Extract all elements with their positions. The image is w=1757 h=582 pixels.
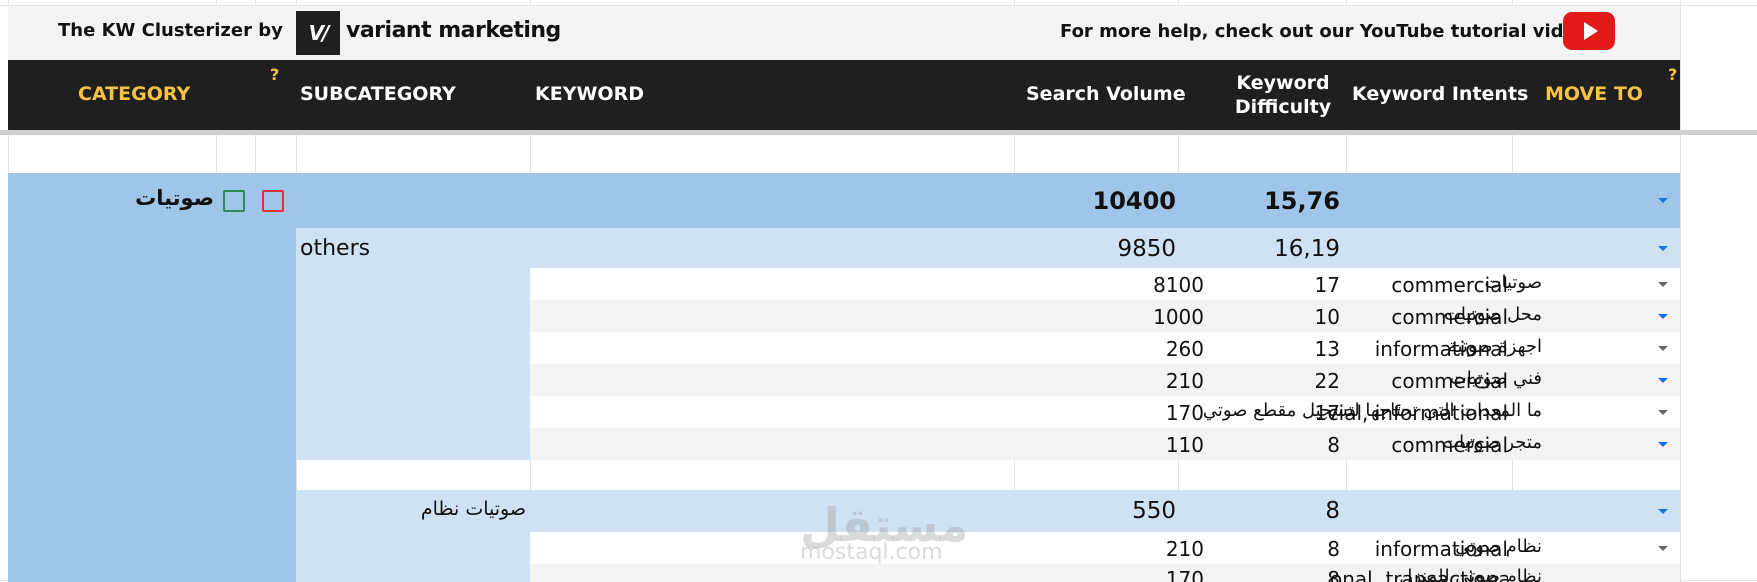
- subcategory-difficulty: 8: [1325, 498, 1340, 524]
- subcategory-cell-system: [296, 532, 530, 582]
- keyword-row: محل صوتيات 1000 10 commercial: [530, 300, 1680, 332]
- header-category: CATEGORY: [78, 83, 191, 105]
- subcategory-name: صوتيات نظام: [420, 498, 526, 520]
- move-dropdown-icon[interactable]: [1658, 410, 1668, 415]
- keyword-intent: commercial: [1391, 273, 1508, 297]
- keyword-intent: informational: [1374, 337, 1508, 361]
- move-dropdown-icon[interactable]: [1658, 346, 1668, 351]
- subcategory-move-dropdown-icon[interactable]: [1658, 246, 1668, 251]
- subcategory-cell-others: [296, 268, 530, 460]
- header-keyword-difficulty: Keyword Difficulty: [1234, 72, 1332, 118]
- youtube-play-icon[interactable]: [1563, 12, 1615, 50]
- keyword-row: اجهزة صوتية 260 13 informational: [530, 332, 1680, 364]
- keyword-row: نظام صوتي 210 8 informational: [530, 532, 1680, 564]
- category-move-dropdown-icon[interactable]: [1658, 198, 1668, 203]
- keyword-intent: cial, informational: [1327, 401, 1508, 425]
- app-title: The KW Clusterizer by: [58, 20, 283, 41]
- keyword-row: فني صوتيات 210 22 commercial: [530, 364, 1680, 396]
- subcategory-search-volume: 550: [1132, 498, 1176, 524]
- move-dropdown-icon[interactable]: [1658, 546, 1668, 551]
- help-text: For more help, check out our YouTube tut…: [1060, 21, 1599, 42]
- column-header-bar: CATEGORY ? SUBCATEGORY KEYWORD Search Vo…: [8, 60, 1680, 130]
- move-dropdown-icon[interactable]: [1658, 378, 1668, 383]
- header-subcategory: SUBCATEGORY: [300, 83, 456, 105]
- header-move-to: MOVE TO: [1545, 83, 1643, 105]
- variant-logo-icon: V/: [296, 11, 340, 55]
- subcategory-move-dropdown-icon[interactable]: [1658, 509, 1668, 514]
- keyword-volume: 8100: [1153, 273, 1204, 297]
- subcategory-search-volume: 9850: [1117, 236, 1176, 262]
- keyword-row: ما المعدات التي تحتاجها لتسجيل مقطع صوتي…: [530, 396, 1680, 428]
- keyword-intent: commercial: [1391, 433, 1508, 457]
- category-column: [8, 173, 296, 582]
- category-row: [296, 173, 1680, 228]
- keyword-intent: commercial: [1391, 305, 1508, 329]
- keyword-difficulty: 10: [1314, 305, 1340, 329]
- keyword-difficulty: 8: [1327, 433, 1340, 457]
- keyword-volume: 210: [1165, 537, 1204, 561]
- category-help-icon[interactable]: ?: [270, 65, 279, 84]
- keyword-intent: commercial: [1391, 369, 1508, 393]
- move-to-help-icon[interactable]: ?: [1668, 65, 1677, 84]
- watermark-url: mostaql.com: [800, 540, 943, 565]
- frozen-row-divider: [0, 130, 1757, 135]
- keyword-difficulty: 17: [1314, 273, 1340, 297]
- red-checkbox[interactable]: [262, 190, 284, 212]
- subcategory-name: others: [300, 236, 371, 261]
- keyword-volume: 110: [1165, 433, 1204, 457]
- keyword-volume: 260: [1165, 337, 1204, 361]
- keyword-volume: 170: [1165, 401, 1204, 425]
- move-dropdown-icon[interactable]: [1658, 442, 1668, 447]
- keyword-row: متجر صوتيات 110 8 commercial: [530, 428, 1680, 460]
- green-checkbox[interactable]: [223, 190, 245, 212]
- keyword-difficulty: 13: [1314, 337, 1340, 361]
- keyword-volume: 210: [1165, 369, 1204, 393]
- keyword-intent: onal, transactional: [1330, 567, 1508, 582]
- subcategory-difficulty: 16,19: [1274, 236, 1340, 262]
- category-name: صوتيات: [135, 186, 214, 210]
- keyword-difficulty: 8: [1327, 567, 1340, 582]
- variant-logo-text: variant marketing: [346, 18, 561, 43]
- keyword-difficulty: 8: [1327, 537, 1340, 561]
- keyword-row: نظام صوتي للمنزل 170 8 onal, transaction…: [530, 564, 1680, 582]
- header-keyword: KEYWORD: [535, 83, 644, 105]
- keyword-row: صوتيات 8100 17 commercial: [530, 268, 1680, 300]
- subcategory-row-others: [296, 228, 1680, 268]
- move-dropdown-icon[interactable]: [1658, 282, 1668, 287]
- keyword-volume: 1000: [1153, 305, 1204, 329]
- header-search-volume: Search Volume: [1026, 83, 1186, 105]
- category-difficulty: 15,76: [1264, 187, 1340, 215]
- keyword-volume: 170: [1165, 567, 1204, 582]
- keyword-difficulty: 22: [1314, 369, 1340, 393]
- header-keyword-intents: Keyword Intents: [1352, 83, 1529, 105]
- category-search-volume: 10400: [1092, 187, 1177, 215]
- keyword-intent: informational: [1374, 537, 1508, 561]
- move-dropdown-icon[interactable]: [1658, 314, 1668, 319]
